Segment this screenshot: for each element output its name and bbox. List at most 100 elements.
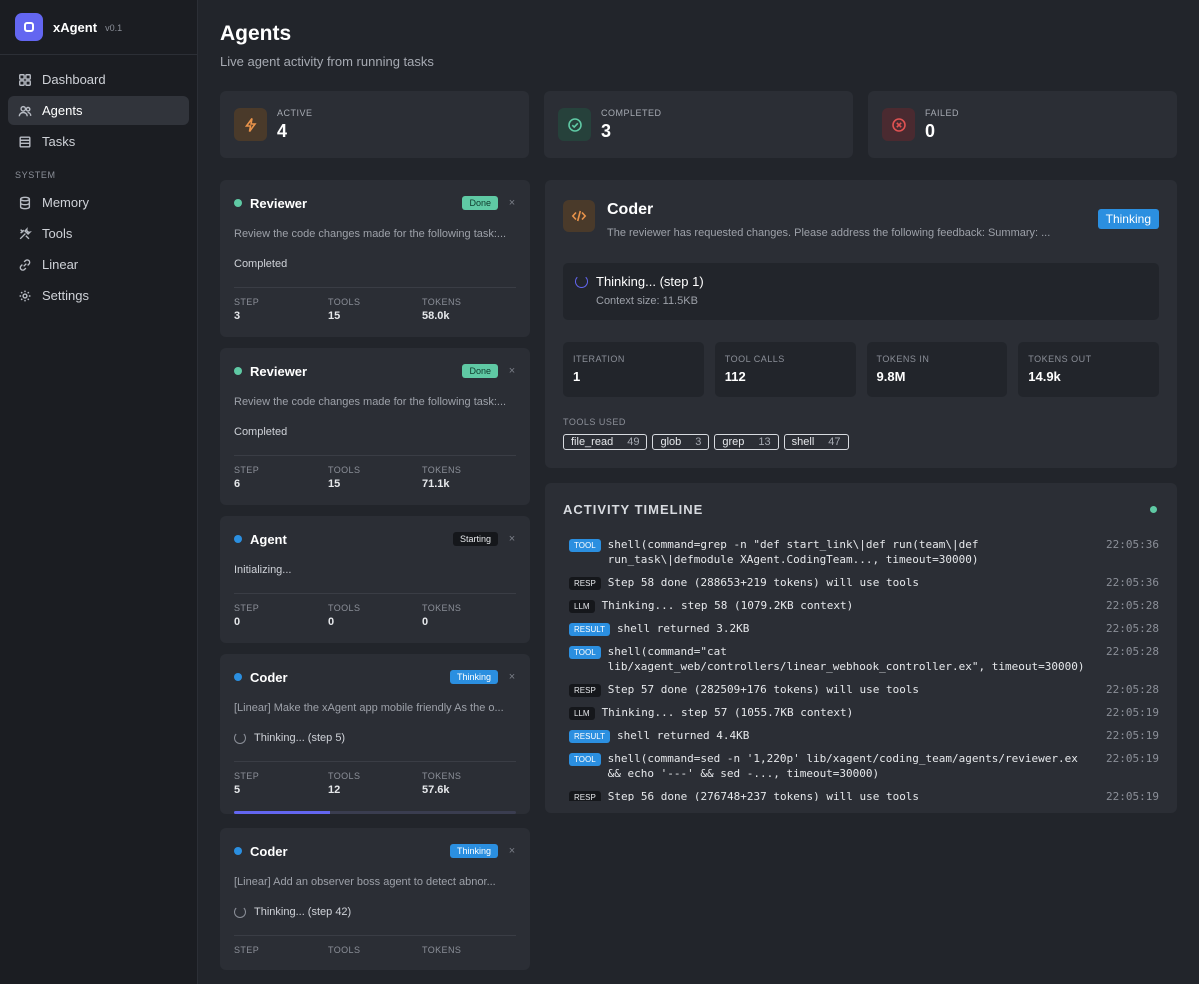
metric-value-step: 6 xyxy=(234,478,241,490)
sidebar-item-label: Memory xyxy=(42,195,89,210)
sidebar-item-label: Tools xyxy=(42,226,73,241)
tools-used-list: file_read 49 glob 3 grep 13 shell 47 xyxy=(563,434,1159,450)
agent-description: [Linear] Add an observer boss agent to d… xyxy=(234,876,496,888)
agent-name: Coder xyxy=(250,843,288,859)
event-type-badge: TOOL xyxy=(569,753,601,766)
detail-description: The reviewer has requested changes. Plea… xyxy=(607,227,1051,239)
page-title: Agents xyxy=(220,22,292,45)
brand-version: v0.1 xyxy=(105,23,123,33)
tool-chip: glob 3 xyxy=(652,434,710,450)
close-icon[interactable]: × xyxy=(508,671,516,683)
timeline-row: RESP Step 58 done (288653+219 tokens) wil… xyxy=(563,575,1159,590)
close-icon[interactable]: × xyxy=(508,845,516,857)
tool-count: 13 xyxy=(758,436,771,448)
timeline-row: TOOL shell(command=sed -n '1,220p' lib/xa… xyxy=(563,751,1159,781)
metric-tokens-in: TOKENS IN 9.8M xyxy=(866,342,1008,397)
event-type-badge: TOOL xyxy=(569,539,601,552)
agent-card[interactable]: Reviewer Done × Review the code changes … xyxy=(220,348,530,505)
status-badge: Done xyxy=(462,364,498,378)
metric-label: TOOL CALLS xyxy=(724,354,785,364)
sidebar-item-label: Agents xyxy=(42,103,83,118)
agent-description: Initializing... xyxy=(234,564,292,576)
metric-label: STEP xyxy=(234,603,260,613)
event-type-badge: RESP xyxy=(569,684,601,697)
agent-card[interactable]: Reviewer Done × Review the code changes … xyxy=(220,180,530,337)
stat-label: COMPLETED xyxy=(601,107,662,118)
activity-timeline[interactable]: ACTIVITY TIMELINE TOOL shell(command=grep… xyxy=(545,483,1177,813)
metric-label: STEP xyxy=(234,465,260,475)
stat-label: FAILED xyxy=(925,107,960,118)
metric-label: ITERATION xyxy=(573,354,625,364)
agent-card[interactable]: Coder Thinking × [Linear] Add an observe… xyxy=(220,828,530,970)
progress-fill xyxy=(234,811,330,814)
metric-label: TOKENS xyxy=(422,465,462,475)
metric-value-step: 5 xyxy=(234,784,241,796)
metric-label: STEP xyxy=(234,945,260,955)
tool-count: 3 xyxy=(695,436,702,448)
sidebar-item-label: Tasks xyxy=(42,134,76,149)
agent-metrics: STEP 0 TOOLS 0 TOKENS 0 xyxy=(234,593,516,643)
stats-row: ACTIVE 4 COMPLETED 3 FAILED 0 xyxy=(220,91,1177,158)
metric-value-step: 3 xyxy=(234,310,241,322)
event-time: 22:05:28 xyxy=(1106,622,1159,635)
sidebar-item-tools[interactable]: Tools xyxy=(8,219,189,248)
event-type-badge: RESP xyxy=(569,577,601,590)
close-icon[interactable]: × xyxy=(508,197,516,209)
code-icon xyxy=(563,200,595,232)
sidebar-item-label: Dashboard xyxy=(42,72,106,87)
agent-metrics: STEP 3 TOOLS 15 TOKENS 58.0k xyxy=(234,287,516,337)
spinner-icon xyxy=(234,732,246,744)
page-subtitle: Live agent activity from running tasks xyxy=(220,54,434,69)
metric-value-tools: 15 xyxy=(328,310,341,322)
event-type-badge: RESULT xyxy=(569,623,610,636)
close-icon[interactable]: × xyxy=(508,365,516,377)
agent-detail-panel: Coder The reviewer has requested changes… xyxy=(545,180,1177,468)
agent-name: Coder xyxy=(250,669,288,685)
metric-label: TOOLS xyxy=(328,297,361,307)
sidebar-item-dashboard[interactable]: Dashboard xyxy=(8,65,189,94)
metric-label: TOKENS xyxy=(422,945,462,955)
metric-label: TOOLS xyxy=(328,771,361,781)
agent-status: Thinking... (step 5) xyxy=(254,732,346,744)
detail-metrics: ITERATION 1 TOOL CALLS 112 TOKENS IN 9.8M T… xyxy=(563,342,1159,397)
sidebar-item-linear[interactable]: Linear xyxy=(8,250,189,279)
metric-label: STEP xyxy=(234,297,260,307)
agents-icon xyxy=(18,104,32,118)
agent-card[interactable]: Agent Starting × Initializing... STEP 0 T… xyxy=(220,516,530,643)
tools-used-label: TOOLS USED xyxy=(563,417,626,427)
sidebar-item-memory[interactable]: Memory xyxy=(8,188,189,217)
event-time: 22:05:28 xyxy=(1106,683,1159,696)
sidebar-item-settings[interactable]: Settings xyxy=(8,281,189,310)
agent-card[interactable]: Coder Thinking × [Linear] Make the xAgen… xyxy=(220,654,530,814)
metric-value: 9.8M xyxy=(876,369,906,384)
brand: xAgent v0.1 xyxy=(0,0,197,55)
metric-tool-calls: TOOL CALLS 112 xyxy=(714,342,856,397)
event-text: Step 58 done (288653+219 tokens) will us… xyxy=(607,576,920,589)
sidebar-item-tasks[interactable]: Tasks xyxy=(8,127,189,156)
status-badge: Done xyxy=(462,196,498,210)
event-type-badge: TOOL xyxy=(569,646,601,659)
agent-status-row: Thinking... (step 42) xyxy=(234,906,516,918)
spinner-icon xyxy=(234,906,246,918)
metric-iteration: ITERATION 1 xyxy=(563,342,704,397)
detail-agent-name: Coder xyxy=(607,201,654,218)
metric-label: TOKENS OUT xyxy=(1028,354,1092,364)
agent-status-row: Thinking... (step 5) xyxy=(234,732,516,744)
app-logo-icon xyxy=(15,13,43,41)
metric-value-step: 0 xyxy=(234,616,241,628)
event-time: 22:05:19 xyxy=(1106,729,1159,742)
content-area: Reviewer Done × Review the code changes … xyxy=(220,180,1177,981)
detail-status-badge: Thinking xyxy=(1097,209,1159,229)
sidebar-item-agents[interactable]: Agents xyxy=(8,96,189,125)
link-icon xyxy=(18,258,32,272)
tool-chip: shell 47 xyxy=(783,434,849,450)
metric-label: TOKENS xyxy=(422,297,462,307)
status-badge: Thinking xyxy=(449,670,498,684)
sidebar: xAgent v0.1 Dashboard Agents Tasks SYSTE… xyxy=(0,0,198,984)
close-icon[interactable]: × xyxy=(508,533,516,545)
nav-section-system: SYSTEM xyxy=(15,170,56,180)
status-dot xyxy=(234,673,242,681)
tool-name: glob xyxy=(660,436,682,448)
metric-label: TOOLS xyxy=(328,945,361,955)
gear-icon xyxy=(18,289,32,303)
